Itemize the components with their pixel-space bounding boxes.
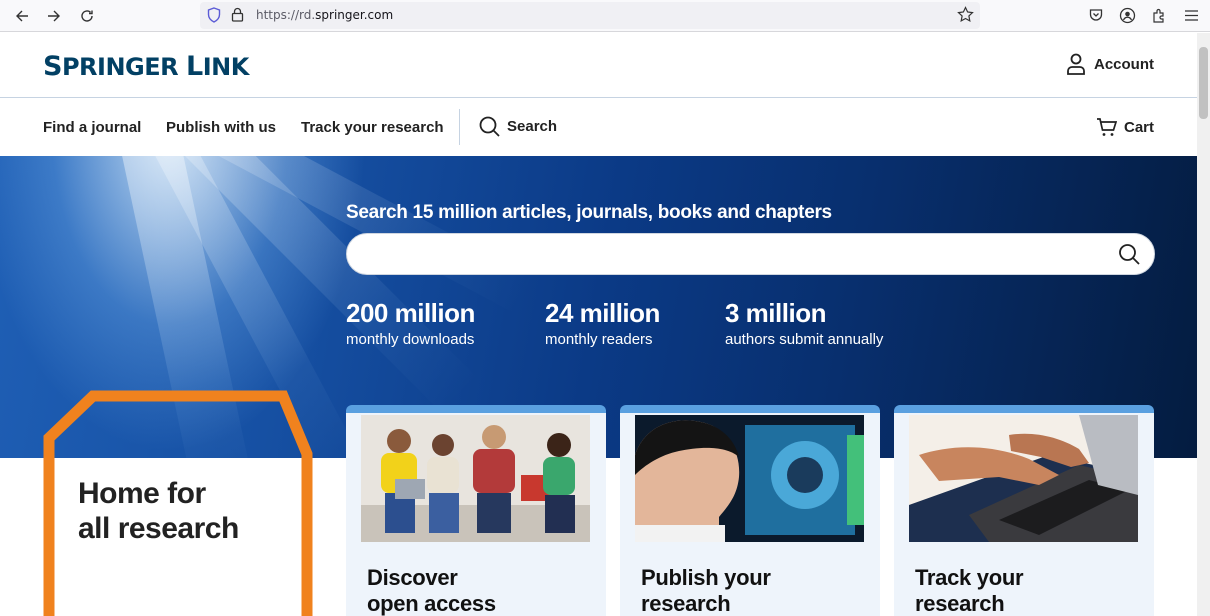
stat-number: 24 million — [545, 298, 660, 328]
url-text[interactable]: https://rd.springer.com — [256, 8, 393, 22]
scrollbar-thumb[interactable] — [1199, 47, 1208, 119]
page-scrollbar[interactable] — [1197, 33, 1210, 616]
nav-divider — [459, 109, 460, 145]
stat-number: 200 million — [346, 298, 475, 328]
card-title[interactable]: Discover open access — [367, 565, 496, 616]
stat-number: 3 million — [725, 298, 826, 328]
arrow-right-icon — [48, 10, 60, 22]
card-track-research[interactable]: Track your research — [894, 405, 1154, 616]
shield-icon[interactable] — [207, 7, 221, 28]
extensions-icon[interactable] — [1148, 4, 1170, 26]
nav-find-journal[interactable]: Find a journal — [43, 119, 141, 136]
reload-button[interactable] — [75, 4, 99, 28]
main-nav: Find a journal Publish with us Track you… — [0, 99, 1197, 156]
hero-search-input[interactable] — [346, 233, 1155, 275]
card-image-typing-laptop — [909, 415, 1138, 542]
search-label: Search — [507, 118, 558, 135]
nav-publish-with-us[interactable]: Publish with us — [166, 119, 276, 136]
menu-hamburger-icon[interactable] — [1180, 4, 1202, 26]
account-label: Account — [1094, 55, 1154, 73]
pocket-icon[interactable] — [1085, 4, 1107, 26]
search-link[interactable]: Search — [479, 116, 557, 137]
card-title-line: Discover — [367, 565, 458, 590]
card-title-line: open access — [367, 591, 496, 616]
back-button[interactable] — [10, 4, 34, 28]
card-open-access[interactable]: Discover open access — [346, 405, 606, 616]
search-icon — [479, 116, 500, 137]
browser-toolbar: https://rd.springer.com — [0, 0, 1210, 32]
card-title[interactable]: Track your research — [915, 565, 1024, 616]
card-image-people-laptops — [361, 415, 590, 542]
card-title-line: Track your — [915, 565, 1024, 590]
stat-label: authors submit annually — [725, 331, 884, 348]
address-bar[interactable]: https://rd.springer.com — [200, 2, 980, 29]
springer-link-logo[interactable]: SPRINGER LINK — [43, 51, 249, 82]
nav-track-research[interactable]: Track your research — [301, 119, 444, 136]
home-heading-line: all research — [78, 512, 239, 545]
card-title-line: Publish your — [641, 565, 771, 590]
home-heading-line: Home for — [78, 477, 206, 510]
stat-readers: 24 million monthly readers — [545, 298, 660, 348]
site-header: SPRINGER LINK Account — [0, 33, 1197, 98]
forward-button[interactable] — [42, 4, 66, 28]
stat-downloads: 200 million monthly downloads — [346, 298, 475, 348]
bookmark-star-icon[interactable] — [957, 6, 974, 28]
account-circle-icon[interactable] — [1116, 4, 1138, 26]
reload-icon — [81, 10, 93, 22]
card-publish-research[interactable]: Publish your research — [620, 405, 880, 616]
home-heading: Home for all research — [78, 476, 239, 546]
lock-icon[interactable] — [231, 7, 244, 27]
card-title-line: research — [641, 591, 731, 616]
cart-label: Cart — [1123, 118, 1154, 136]
card-image-researcher-screen — [635, 415, 864, 542]
stat-authors: 3 million authors submit annually — [725, 298, 883, 348]
account-link[interactable]: Account — [1066, 53, 1154, 75]
cart-link[interactable]: Cart — [1096, 117, 1154, 137]
search-icon — [1119, 244, 1140, 265]
hero-search-button[interactable] — [1118, 243, 1140, 270]
user-icon — [1067, 53, 1085, 75]
card-title-line: research — [915, 591, 1005, 616]
arrow-left-icon — [16, 10, 28, 22]
hero-title: Search 15 million articles, journals, bo… — [346, 202, 832, 223]
cart-icon — [1096, 118, 1117, 136]
stat-label: monthly readers — [545, 331, 653, 348]
stat-label: monthly downloads — [346, 331, 475, 348]
card-title[interactable]: Publish your research — [641, 565, 771, 616]
